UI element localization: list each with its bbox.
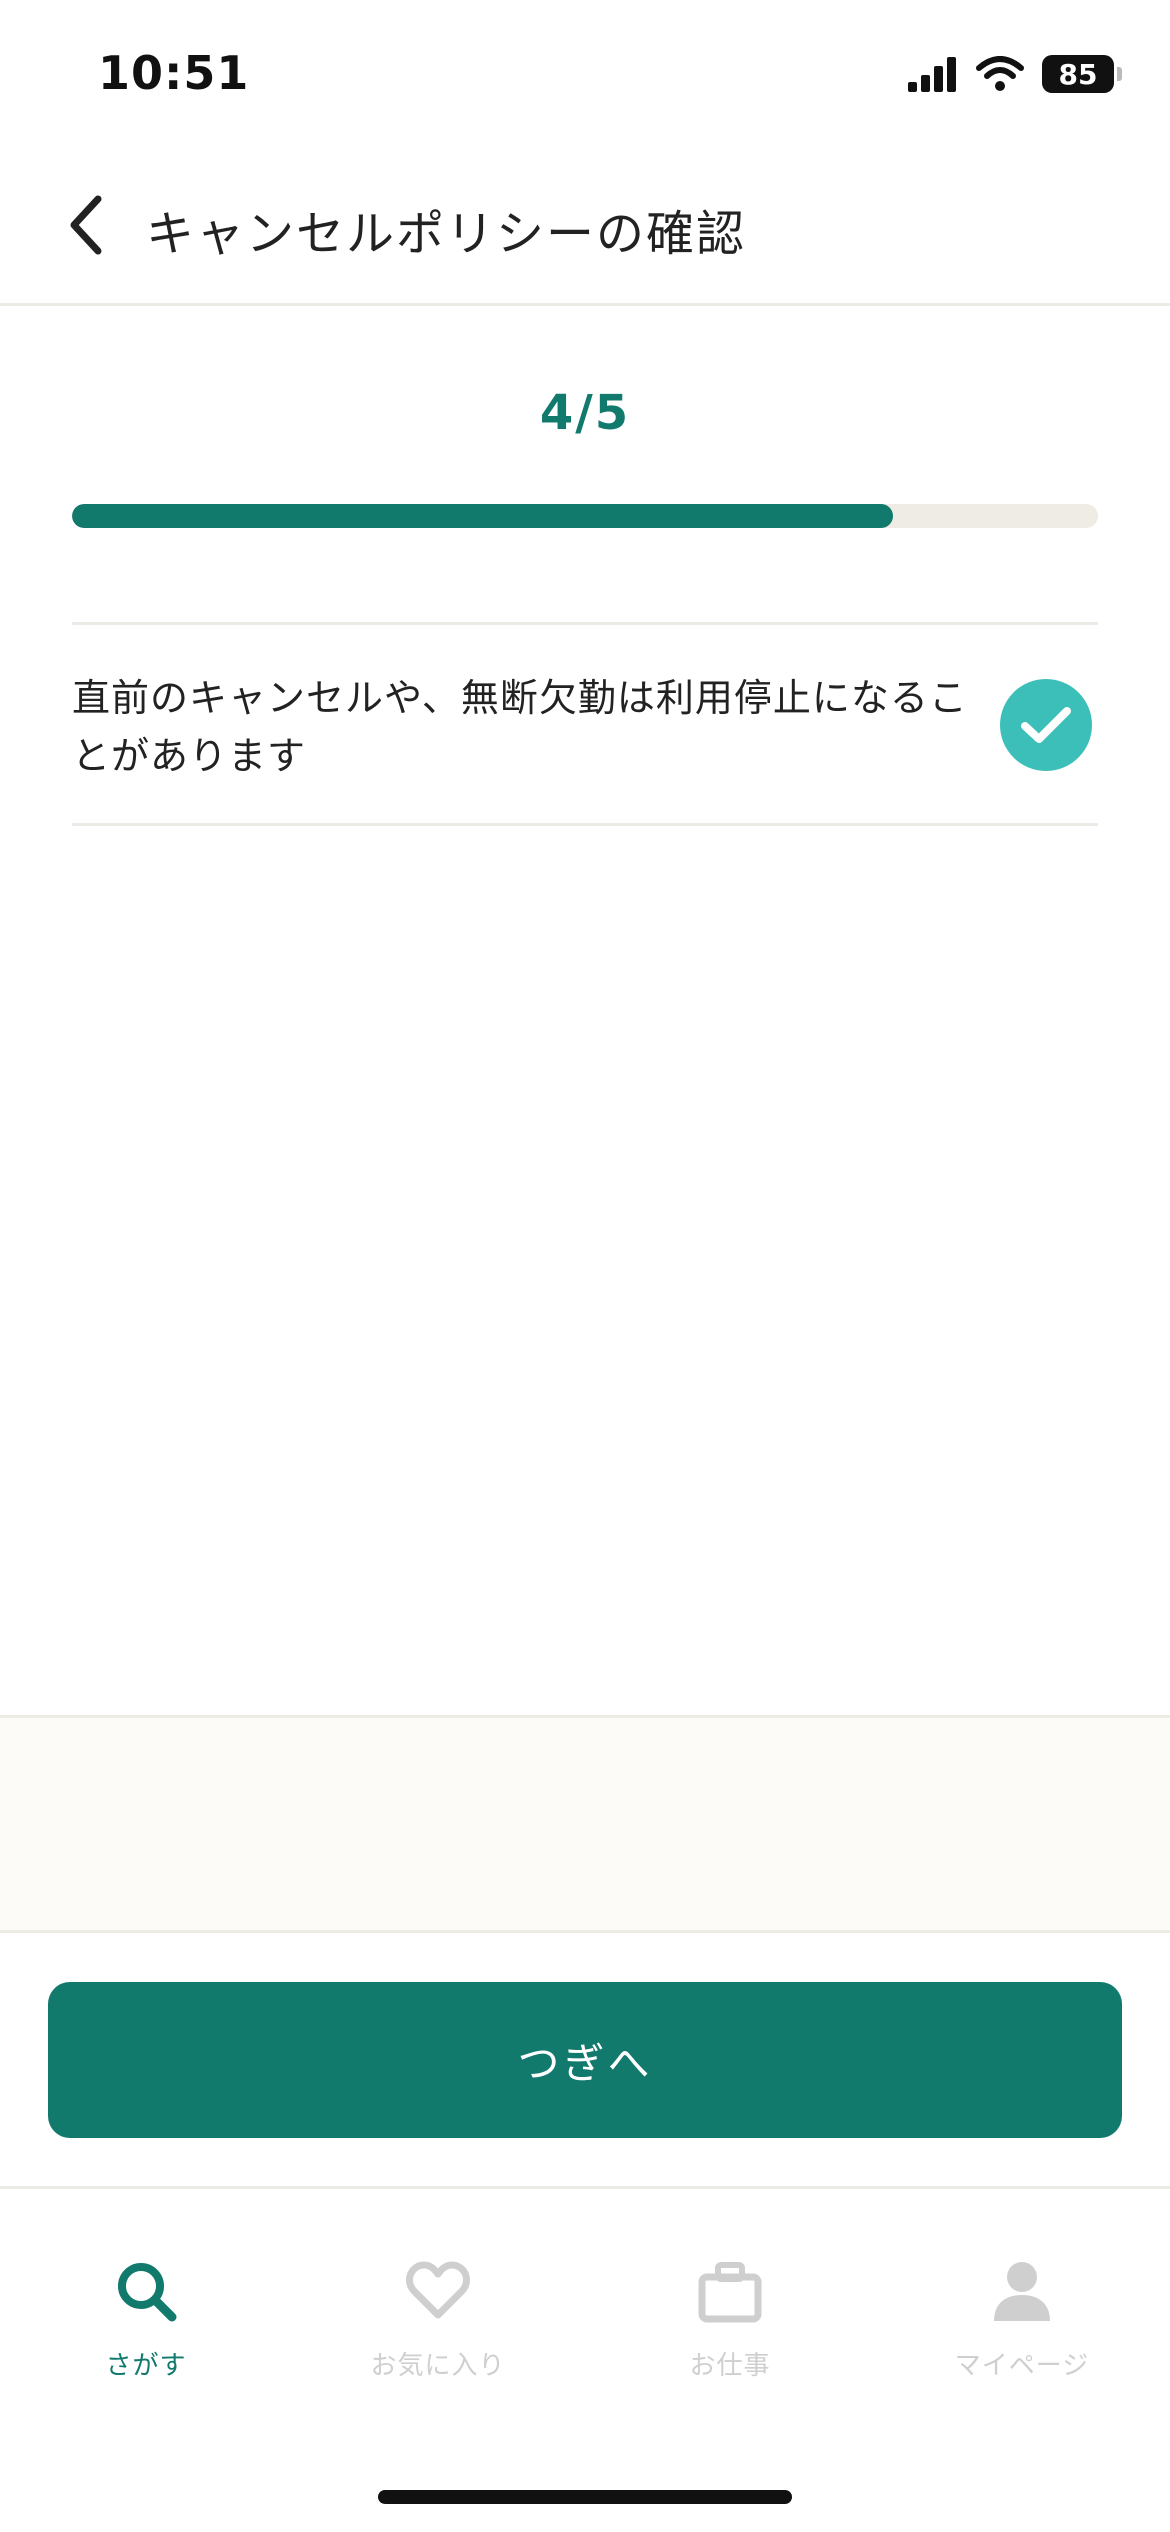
next-button[interactable]: つぎへ (48, 1982, 1122, 2138)
checked-icon[interactable] (1000, 679, 1092, 771)
signal-icon (908, 57, 956, 92)
person-icon (982, 2251, 1062, 2331)
tab-label: お仕事 (689, 2351, 771, 2381)
status-icons: 85 (908, 52, 1122, 96)
heart-icon (398, 2251, 478, 2331)
home-indicator (378, 2490, 792, 2504)
tab-label: さがす (105, 2351, 187, 2381)
tab-label: お気に入り (370, 2351, 506, 2381)
tab-mypage[interactable]: マイページ (876, 2251, 1168, 2401)
page-title: キャンセルポリシーの確認 (146, 206, 747, 262)
battery-icon: 85 (1042, 55, 1122, 93)
status-bar: 10:51 85 (0, 0, 1170, 150)
tab-favorites[interactable]: お気に入り (292, 2251, 584, 2401)
footer-area (0, 1715, 1170, 1933)
briefcase-icon (690, 2251, 770, 2331)
checkmark-icon (1021, 707, 1071, 743)
policy-check-item[interactable]: 直前のキャンセルや、無断欠勤は利用停止になることがあります (72, 622, 1098, 826)
step-indicator: 4/5 (539, 385, 631, 441)
wifi-icon (976, 56, 1024, 91)
progress-bar (72, 504, 1098, 528)
back-button[interactable] (56, 190, 116, 260)
progress-fill (72, 504, 893, 528)
policy-text: 直前のキャンセルや、無断欠勤は利用停止になることがあります (72, 676, 968, 778)
search-icon (106, 2251, 186, 2331)
battery-tip (1117, 67, 1122, 81)
battery-level: 85 (1058, 57, 1098, 91)
tab-label: マイページ (954, 2351, 1090, 2381)
chevron-left-icon (70, 195, 102, 255)
tab-jobs[interactable]: お仕事 (584, 2251, 876, 2401)
status-time: 10:51 (98, 46, 250, 100)
tab-bar: さがす お気に入り お仕事 マイページ (0, 2186, 1170, 2532)
tab-search[interactable]: さがす (0, 2251, 292, 2401)
nav-header: キャンセルポリシーの確認 (0, 150, 1170, 306)
